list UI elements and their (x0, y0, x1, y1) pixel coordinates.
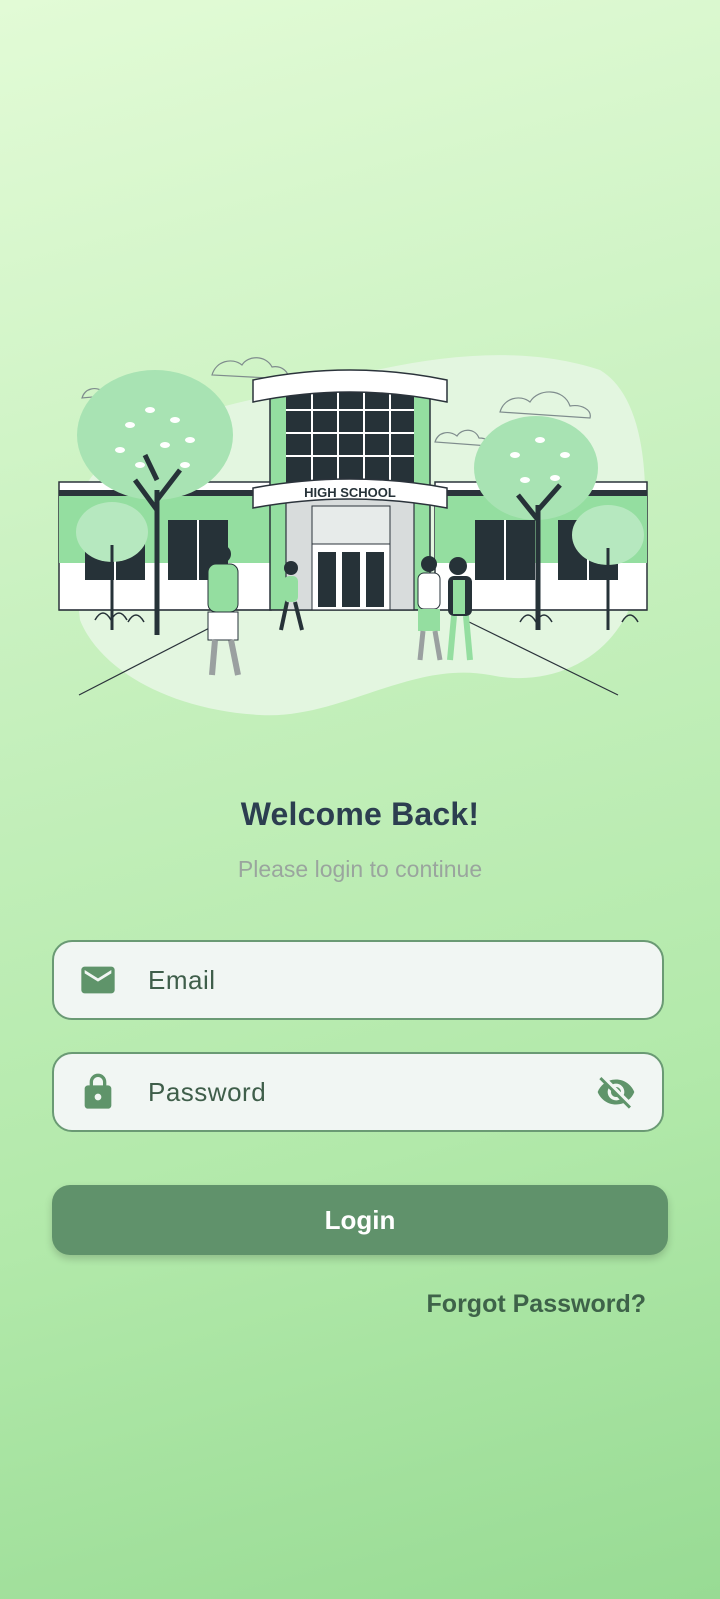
login-button[interactable]: Login (52, 1185, 668, 1255)
visibility-off-icon[interactable] (594, 1072, 638, 1112)
school-building-image: HIGH SCHOOL (58, 355, 648, 716)
high-school-sign: HIGH SCHOOL (304, 485, 396, 500)
email-field[interactable] (52, 940, 664, 1020)
welcome-title: Welcome Back! (240, 796, 480, 832)
password-input[interactable] (144, 1054, 592, 1130)
login-subtitle: Please login to continue (237, 856, 483, 882)
school-illustration: HIGH SCHOOL (40, 330, 680, 730)
email-input[interactable] (144, 942, 592, 1018)
mail-icon (78, 960, 118, 1000)
lock-icon (78, 1072, 118, 1112)
forgot-password-link[interactable]: Forgot Password? (427, 1290, 646, 1319)
password-field[interactable] (52, 1052, 664, 1132)
